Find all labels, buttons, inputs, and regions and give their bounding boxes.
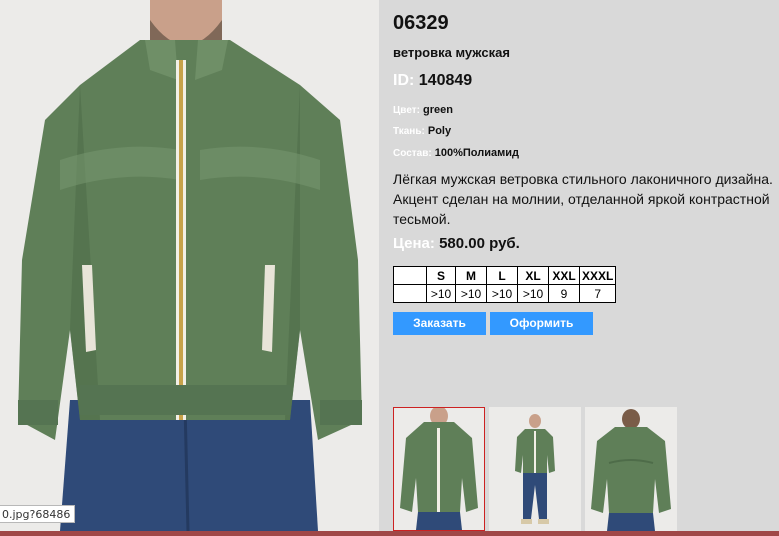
price-value: 580.00 руб. bbox=[439, 235, 520, 252]
fabric-value: Poly bbox=[427, 125, 452, 137]
size-header-cell: XL bbox=[517, 266, 549, 285]
product-sku: 06329 bbox=[393, 12, 449, 34]
bottom-border bbox=[0, 531, 779, 536]
size-stock-cell[interactable]: 7 bbox=[578, 284, 617, 303]
color-label: Цвет: bbox=[393, 105, 420, 116]
product-price: Цена: 580.00 руб. bbox=[393, 235, 520, 252]
composition-value: 100%Полиамид bbox=[434, 147, 520, 159]
spec-composition: Состав: 100%Полиамид bbox=[393, 147, 519, 159]
size-header-row: S M L XL XXL XXXL bbox=[393, 266, 617, 285]
status-url-tooltip: 0.jpg?68486 bbox=[0, 505, 76, 523]
size-header-cell: XXL bbox=[548, 266, 580, 285]
size-stock-cell[interactable]: >10 bbox=[455, 284, 487, 303]
size-header-cell: XXXL bbox=[578, 266, 617, 285]
size-stock-cell[interactable]: >10 bbox=[486, 284, 518, 303]
fabric-label: Ткань: bbox=[393, 126, 425, 137]
size-stock-cell bbox=[393, 284, 427, 303]
checkout-button[interactable]: Оформить bbox=[490, 312, 593, 335]
size-stock-cell[interactable]: 9 bbox=[548, 284, 580, 303]
order-button[interactable]: Заказать bbox=[393, 312, 486, 335]
product-id: ID: 140849 bbox=[393, 72, 472, 90]
product-description: Лёгкая мужская ветровка стильного лакони… bbox=[393, 169, 779, 229]
size-stock-cell[interactable]: >10 bbox=[517, 284, 549, 303]
size-stock-row: >10 >10 >10 >10 9 7 bbox=[393, 284, 617, 303]
main-product-photo[interactable] bbox=[0, 0, 379, 531]
size-header-cell: L bbox=[486, 266, 518, 285]
id-value: 140849 bbox=[418, 72, 473, 89]
spec-fabric: Ткань: Poly bbox=[393, 125, 451, 137]
size-stock-cell[interactable]: >10 bbox=[426, 284, 456, 303]
description-line: Акцент сделан на молнии, отделанной ярко… bbox=[393, 191, 770, 207]
size-header-cell: S bbox=[426, 266, 456, 285]
description-line: Лёгкая мужская ветровка стильного лакони… bbox=[393, 171, 773, 187]
id-label: ID: bbox=[393, 72, 415, 89]
color-value: green bbox=[423, 104, 454, 116]
size-table: S M L XL XXL XXXL >10 >10 >10 >10 9 7 bbox=[393, 266, 617, 303]
thumbnail-full-body[interactable] bbox=[489, 407, 581, 531]
description-line: тесьмой. bbox=[393, 211, 451, 227]
size-header-cell bbox=[393, 266, 427, 285]
size-header-cell: M bbox=[455, 266, 487, 285]
product-subtitle: ветровка мужская bbox=[393, 45, 510, 60]
spec-color: Цвет: green bbox=[393, 104, 453, 116]
thumbnail-front[interactable] bbox=[393, 407, 485, 531]
price-label: Цена: bbox=[393, 235, 435, 252]
thumbnail-back[interactable] bbox=[585, 407, 677, 531]
composition-label: Состав: bbox=[393, 148, 432, 159]
